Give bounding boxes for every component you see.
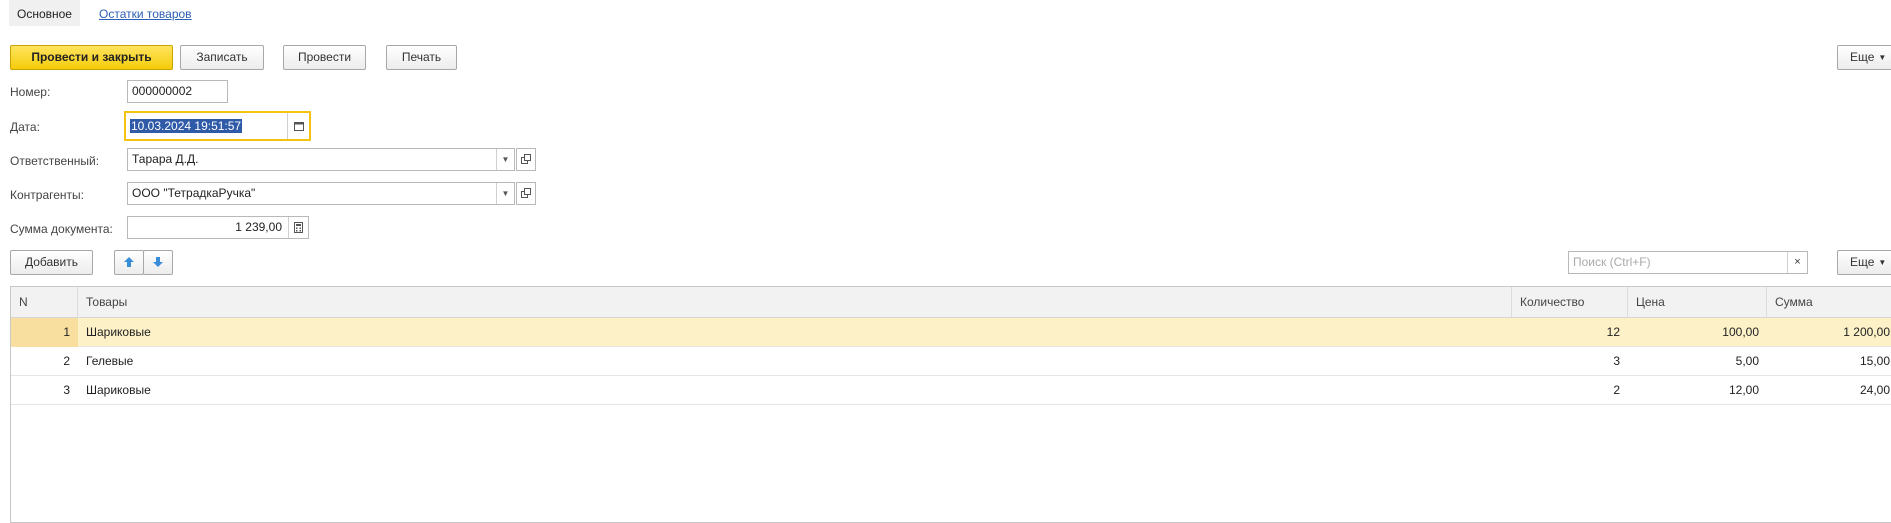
table-more-label: Еще bbox=[1850, 255, 1875, 269]
calendar-button[interactable] bbox=[287, 113, 309, 139]
counterparty-dropdown-button[interactable]: ▼ bbox=[496, 183, 514, 204]
column-header-quantity[interactable]: Количество bbox=[1512, 287, 1628, 318]
cell-quantity: 12 bbox=[1606, 325, 1620, 339]
chevron-down-icon: ▼ bbox=[501, 155, 510, 164]
cell-n: 2 bbox=[63, 354, 70, 368]
calendar-icon bbox=[293, 122, 304, 131]
counterparty-open-button[interactable] bbox=[516, 182, 536, 205]
cell-goods: Гелевые bbox=[86, 354, 134, 368]
save-button[interactable]: Записать bbox=[180, 45, 264, 70]
cell-quantity: 2 bbox=[1613, 383, 1620, 397]
post-and-close-button[interactable]: Провести и закрыть bbox=[10, 45, 173, 70]
number-label: Номер: bbox=[10, 85, 51, 99]
date-field[interactable]: 10.03.2024 19:51:57 bbox=[124, 111, 311, 141]
column-header-goods[interactable]: Товары bbox=[78, 287, 1512, 318]
responsible-dropdown-button[interactable]: ▼ bbox=[496, 149, 514, 170]
clear-search-button[interactable]: × bbox=[1787, 252, 1807, 273]
date-label: Дата: bbox=[10, 120, 40, 134]
cell-goods: Шариковые bbox=[86, 325, 151, 339]
sum-field[interactable]: 1 239,00 bbox=[127, 216, 309, 239]
cell-n: 1 bbox=[11, 318, 78, 347]
counterparty-field[interactable]: ООО "ТетрадкаРучка" ▼ bbox=[127, 182, 515, 205]
sum-value: 1 239,00 bbox=[235, 220, 282, 234]
column-header-n[interactable]: N bbox=[11, 287, 78, 318]
add-row-button[interactable]: Добавить bbox=[10, 250, 93, 275]
number-field[interactable]: 000000002 bbox=[127, 80, 228, 103]
cell-price: 12,00 bbox=[1728, 383, 1759, 397]
tab-main[interactable]: Основное bbox=[9, 0, 80, 26]
cell-sum: 24,00 bbox=[1859, 383, 1890, 397]
column-header-sum[interactable]: Сумма bbox=[1767, 287, 1891, 318]
responsible-field[interactable]: Тарара Д.Д. ▼ bbox=[127, 148, 515, 171]
goods-table: N Товары Количество Цена Сумма 1 Шариков… bbox=[10, 286, 1891, 523]
date-value: 10.03.2024 19:51:57 bbox=[130, 119, 243, 133]
calculator-icon bbox=[294, 222, 303, 233]
column-header-price[interactable]: Цена bbox=[1628, 287, 1767, 318]
table-row[interactable]: 3 Шариковые 2 12,00 24,00 bbox=[11, 376, 1891, 405]
cell-price: 5,00 bbox=[1735, 354, 1759, 368]
tab-stock-link[interactable]: Остатки товаров bbox=[99, 0, 192, 26]
counterparty-value: ООО "ТетрадкаРучка" bbox=[132, 186, 256, 200]
close-icon: × bbox=[1794, 256, 1801, 268]
post-button[interactable]: Провести bbox=[283, 45, 366, 70]
cell-n: 3 bbox=[63, 383, 70, 397]
cell-sum: 15,00 bbox=[1859, 354, 1890, 368]
responsible-label: Ответственный: bbox=[10, 154, 100, 168]
cell-sum: 1 200,00 bbox=[1843, 325, 1890, 339]
arrow-up-icon bbox=[124, 257, 134, 267]
open-window-icon bbox=[521, 154, 531, 164]
calculator-button[interactable] bbox=[288, 217, 308, 238]
table-row[interactable]: 2 Гелевые 3 5,00 15,00 bbox=[11, 347, 1891, 376]
sum-label: Сумма документа: bbox=[10, 222, 113, 236]
table-row[interactable]: 1 Шариковые 12 100,00 1 200,00 bbox=[11, 318, 1891, 347]
search-input[interactable]: Поиск (Ctrl+F) × bbox=[1568, 251, 1808, 274]
open-window-icon bbox=[521, 188, 531, 198]
arrow-down-icon bbox=[153, 257, 163, 267]
print-button[interactable]: Печать bbox=[386, 45, 457, 70]
cell-price: 100,00 bbox=[1722, 325, 1759, 339]
move-down-button[interactable] bbox=[143, 250, 173, 275]
responsible-value: Тарара Д.Д. bbox=[132, 152, 199, 166]
chevron-down-icon: ▼ bbox=[501, 189, 510, 198]
counterparty-label: Контрагенты: bbox=[10, 188, 85, 202]
responsible-open-button[interactable] bbox=[516, 148, 536, 171]
search-placeholder: Поиск (Ctrl+F) bbox=[1573, 255, 1651, 269]
table-more-button[interactable]: Еще ▼ bbox=[1837, 250, 1891, 275]
more-label: Еще bbox=[1850, 50, 1875, 64]
chevron-down-icon: ▼ bbox=[1878, 53, 1887, 62]
chevron-down-icon: ▼ bbox=[1878, 258, 1887, 267]
table-header: N Товары Количество Цена Сумма bbox=[11, 287, 1891, 318]
cell-quantity: 3 bbox=[1613, 354, 1620, 368]
more-button[interactable]: Еще ▼ bbox=[1837, 45, 1891, 70]
move-up-button[interactable] bbox=[114, 250, 144, 275]
cell-goods: Шариковые bbox=[86, 383, 151, 397]
